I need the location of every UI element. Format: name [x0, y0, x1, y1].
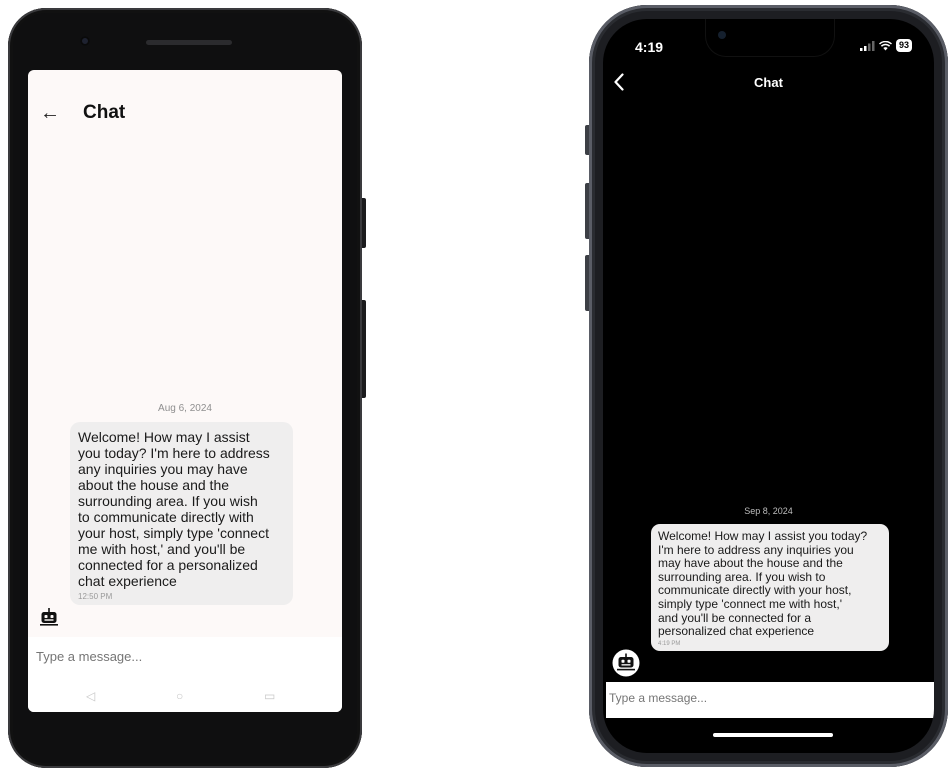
message-text: Welcome! How may I assist you today? I'm…	[658, 529, 868, 639]
nav-home-icon[interactable]: ○	[176, 689, 183, 703]
iphone: 4:19 93 Chat Sep 8, 2024 Welcome! How ma…	[585, 5, 948, 767]
composer-bar	[606, 682, 934, 718]
nav-recents-icon[interactable]: ▭	[264, 689, 275, 703]
robot-icon	[612, 649, 640, 682]
front-camera	[718, 31, 726, 39]
message-input[interactable]	[36, 649, 326, 664]
message-input[interactable]	[609, 691, 909, 705]
volume-up-button	[585, 183, 589, 239]
arrow-left-icon[interactable]: ←	[40, 103, 60, 123]
robot-icon	[40, 608, 58, 631]
volume-down-button	[585, 255, 589, 311]
wifi-icon	[878, 40, 892, 50]
silent-switch	[585, 125, 589, 155]
message-bubble: Welcome! How may I assist you today? I'm…	[651, 524, 889, 651]
chat-header: ← Chat	[28, 70, 342, 150]
android-chat-screen: ← Chat Aug 6, 2024 Welcome! How may I as…	[28, 70, 342, 712]
android-phone: ← Chat Aug 6, 2024 Welcome! How may I as…	[8, 8, 366, 768]
device-comparison: ← Chat Aug 6, 2024 Welcome! How may I as…	[0, 0, 948, 770]
message-timestamp: 4:19 PM	[658, 640, 681, 647]
date-separator: Aug 6, 2024	[158, 403, 212, 414]
front-camera	[80, 36, 90, 46]
date-separator: Sep 8, 2024	[744, 506, 793, 516]
message-text: Welcome! How may I assist you today? I'm…	[78, 429, 270, 589]
home-indicator[interactable]	[713, 733, 833, 737]
iphone-chat-screen: 4:19 93 Chat Sep 8, 2024 Welcome! How ma…	[603, 19, 934, 753]
page-title: Chat	[83, 102, 126, 123]
notch	[706, 19, 834, 56]
status-icons: 93	[859, 39, 912, 52]
message-timestamp: 12:50 PM	[78, 592, 113, 601]
page-title: Chat	[754, 75, 783, 90]
power-button	[362, 300, 366, 398]
volume-button	[362, 198, 366, 248]
signal-icon	[859, 40, 875, 51]
earpiece-speaker	[146, 40, 232, 45]
status-time: 4:19	[635, 39, 664, 55]
nav-back-icon[interactable]: ◁	[86, 689, 95, 703]
composer-bar: ◁ ○ ▭	[28, 637, 342, 712]
message-bubble: Welcome! How may I assist you today? I'm…	[70, 422, 293, 605]
battery-level: 93	[895, 39, 912, 52]
